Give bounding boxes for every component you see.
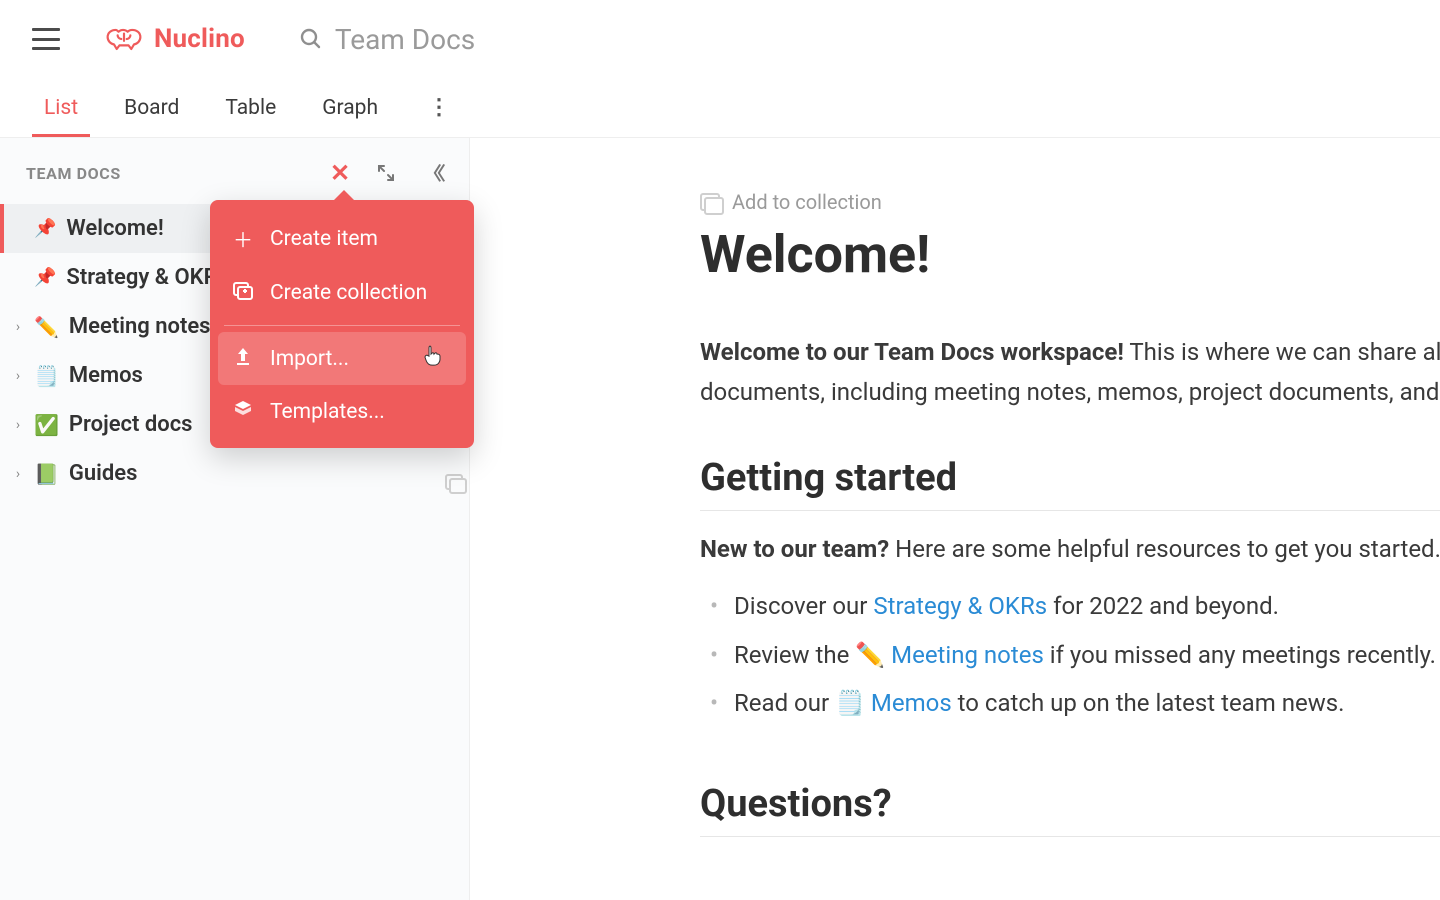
link-meeting-notes[interactable]: Meeting notes: [891, 641, 1044, 669]
book-icon: 📗: [34, 462, 59, 486]
sidebar-header-actions: ✕ 〈〈: [327, 160, 445, 186]
document-pane: Add to collection Welcome! Welcome to ou…: [470, 138, 1440, 900]
search-placeholder: Team Docs: [335, 23, 475, 56]
intro-paragraph: Welcome to our Team Docs workspace! This…: [700, 333, 1440, 412]
app-logo[interactable]: Nuclino: [104, 24, 245, 54]
view-tabs: List Board Table Graph ⋮: [0, 78, 1440, 138]
upload-icon: [232, 346, 254, 371]
section-divider: [700, 836, 1440, 837]
add-collection-icon: [232, 281, 254, 305]
getting-started-list: Discover our Strategy & OKRs for 2022 an…: [700, 587, 1440, 722]
chevron-right-icon[interactable]: ›: [12, 466, 24, 482]
expand-icon[interactable]: [373, 160, 399, 186]
notepad-icon: 🗒️: [34, 364, 59, 388]
list-item: Discover our Strategy & OKRs for 2022 an…: [706, 587, 1440, 625]
cursor-icon: [424, 344, 442, 371]
brand-name: Nuclino: [154, 24, 245, 54]
list-item: Review the ✏️ Meeting notes if you misse…: [706, 636, 1440, 674]
page-title: Welcome!: [700, 224, 1440, 285]
tab-graph[interactable]: Graph: [318, 80, 382, 136]
list-item: Read our 🗒️ Memos to catch up on the lat…: [706, 684, 1440, 722]
pin-icon: 📌: [34, 267, 56, 288]
chevron-right-icon[interactable]: ›: [12, 319, 24, 335]
pencil-icon: ✏️: [34, 315, 59, 339]
tree-item-guides[interactable]: › 📗 Guides: [0, 449, 469, 498]
main: TEAM DOCS ✕ 〈〈 › 📌 Welcome! › �: [0, 138, 1440, 900]
chevron-right-icon[interactable]: ›: [12, 417, 24, 433]
tab-board[interactable]: Board: [120, 80, 183, 136]
add-to-collection[interactable]: Add to collection: [700, 190, 1440, 214]
view-more-icon[interactable]: ⋮: [420, 87, 459, 128]
section-getting-started: Getting started: [700, 456, 1440, 500]
collection-icon: [700, 193, 720, 211]
pin-icon: 📌: [34, 218, 56, 239]
tab-table[interactable]: Table: [221, 80, 280, 136]
link-memos[interactable]: Memos: [871, 689, 952, 717]
tab-list[interactable]: List: [40, 80, 82, 136]
brain-icon: [104, 24, 144, 54]
sidebar-header: TEAM DOCS ✕ 〈〈: [0, 146, 469, 196]
section-divider: [700, 510, 1440, 511]
getting-started-lead: New to our team? Here are some helpful r…: [700, 535, 1440, 563]
workspace-title: TEAM DOCS: [26, 164, 121, 183]
menu-create-item[interactable]: ＋ Create item: [210, 210, 474, 267]
search[interactable]: Team Docs: [299, 23, 475, 56]
close-icon[interactable]: ✕: [327, 160, 353, 186]
chevron-right-icon[interactable]: ›: [12, 368, 24, 384]
section-questions: Questions?: [700, 782, 1440, 826]
sidebar: TEAM DOCS ✕ 〈〈 › 📌 Welcome! › �: [0, 138, 470, 900]
menu-import[interactable]: Import...: [218, 332, 466, 385]
menu-icon[interactable]: [32, 28, 60, 50]
top-bar: Nuclino Team Docs: [0, 0, 1440, 78]
templates-icon: [232, 399, 254, 424]
menu-separator: [224, 325, 460, 326]
check-icon: ✅: [34, 413, 59, 437]
menu-templates[interactable]: Templates...: [210, 385, 474, 438]
link-strategy[interactable]: Strategy & OKRs: [873, 592, 1047, 620]
create-menu: ＋ Create item Create collection Import..…: [210, 200, 474, 448]
search-icon: [299, 27, 323, 51]
menu-create-collection[interactable]: Create collection: [210, 267, 474, 319]
plus-icon: ＋: [232, 224, 254, 253]
collapse-icon[interactable]: 〈〈: [419, 160, 445, 186]
